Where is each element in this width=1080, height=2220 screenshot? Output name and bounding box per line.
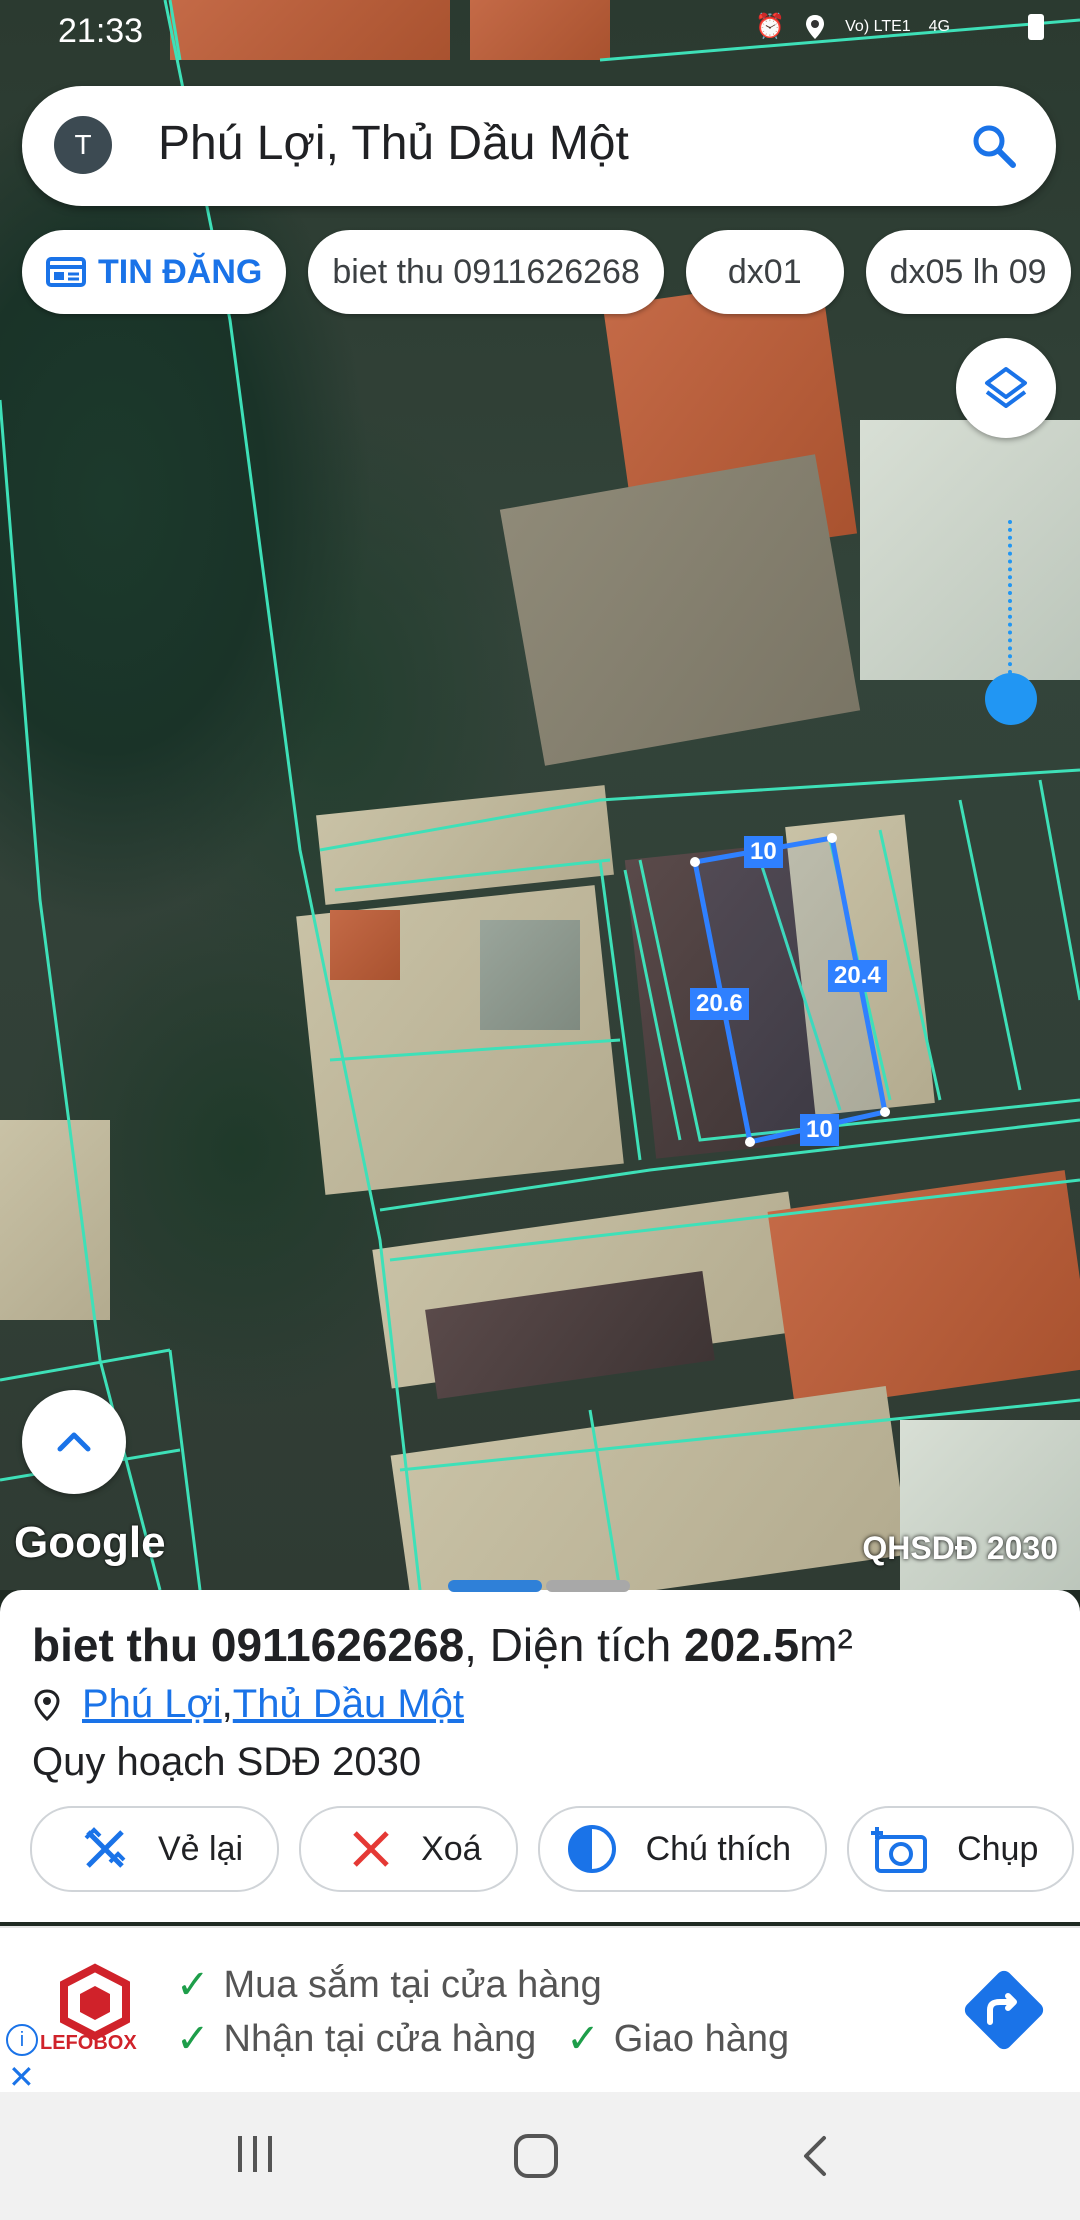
legend-label: Chú thích xyxy=(645,1829,792,1868)
chip-saved-3[interactable]: dx05 lh 09 xyxy=(865,230,1071,314)
parcel-line xyxy=(0,1348,171,1382)
measure-label-right: 20.4 xyxy=(828,960,887,992)
parcel-line xyxy=(399,1398,1080,1472)
close-icon xyxy=(353,1831,389,1867)
parcel-line xyxy=(379,1118,1080,1212)
parcel-line xyxy=(319,768,1080,852)
parcel-line xyxy=(878,829,942,1101)
chip-saved-1[interactable]: biet thu 0911626268 xyxy=(308,230,664,314)
chip-label: dx05 lh 09 xyxy=(889,252,1047,291)
parcel-line xyxy=(588,1409,622,1590)
status-time: 21:33 xyxy=(58,12,144,50)
ad-brand: LEFOBOX xyxy=(40,2032,137,2054)
location-pin-icon xyxy=(34,1688,60,1721)
legend-icon xyxy=(567,1825,616,1873)
chip-label: TIN ĐĂNG xyxy=(98,252,263,291)
back-icon[interactable] xyxy=(800,2132,830,2180)
parcel-line xyxy=(1038,779,1080,1001)
check-icon: ✓ xyxy=(176,2017,210,2061)
search-icon[interactable] xyxy=(968,120,1020,172)
measure-label-top: 10 xyxy=(744,836,783,868)
chip-label: dx01 xyxy=(727,252,802,291)
measure-label-left: 20.6 xyxy=(690,988,749,1020)
status-icons: ⏰ Vo) LTE1 4G xyxy=(755,12,1044,41)
plan-name: Quy hoạch SDĐ 2030 xyxy=(32,1740,422,1784)
parcel-info-sheet: biet thu 0911626268, Diện tích 202.5m² P… xyxy=(0,1580,1080,1922)
location-ward-link[interactable]: Phú Lợi xyxy=(82,1682,222,1727)
signal-label: 4G xyxy=(928,17,950,35)
recent-apps-icon[interactable] xyxy=(232,2132,278,2176)
layers-button[interactable] xyxy=(956,338,1056,438)
ad-text: Mua sắm tại cửa hàng xyxy=(223,1963,602,2006)
delete-label: Xoá xyxy=(421,1829,482,1868)
battery-icon xyxy=(1028,13,1044,40)
ad-banner[interactable]: LEFOBOX ✓ Mua sắm tại cửa hàng ✓ Nhận tạ… xyxy=(0,1926,1080,2095)
action-row: Vẻ lại Xoá Chú thích Chụp xyxy=(30,1806,1075,1892)
redraw-icon xyxy=(84,1827,126,1868)
filter-chips: TIN ĐĂNG biet thu 0911626268 dx01 dx05 l… xyxy=(22,230,1071,316)
check-icon: ✓ xyxy=(566,2017,600,2061)
parcel-line xyxy=(598,859,642,1161)
parcel-line xyxy=(329,1038,621,1062)
google-logo: Google xyxy=(14,1518,166,1567)
check-icon: ✓ xyxy=(176,1963,210,2007)
home-icon[interactable] xyxy=(512,2132,560,2180)
ad-text: Giao hàng xyxy=(613,2017,790,2060)
opacity-slider-track[interactable] xyxy=(1008,520,1016,690)
chevron-up-icon xyxy=(57,1432,91,1452)
sheet-handle[interactable] xyxy=(448,1580,542,1592)
opacity-slider-handle[interactable] xyxy=(985,673,1037,725)
parcel-location: Phú Lợi, Thủ Dầu Một xyxy=(32,1682,464,1727)
measure-label-bottom: 10 xyxy=(800,1114,839,1146)
area-unit: m² xyxy=(799,1619,853,1671)
alarm-icon: ⏰ xyxy=(755,13,786,40)
ad-text: Nhận tại cửa hàng xyxy=(223,2017,537,2060)
camera-icon xyxy=(871,1827,928,1873)
expand-button[interactable] xyxy=(22,1390,126,1494)
area-value: 202.5 xyxy=(684,1619,800,1671)
sheet-handle[interactable] xyxy=(546,1580,630,1592)
legend-button[interactable]: Chú thích xyxy=(537,1806,828,1892)
redraw-label: Vẻ lại xyxy=(158,1829,244,1868)
status-bar: 21:33 ⏰ Vo) LTE1 4G xyxy=(0,0,1080,64)
parcel-title: biet thu 0911626268, Diện tích 202.5m² xyxy=(32,1618,853,1672)
chip-label: biet thu 0911626268 xyxy=(332,252,640,291)
plan-layer-label: QHSDĐ 2030 xyxy=(862,1530,1058,1566)
directions-icon[interactable] xyxy=(956,1962,1052,2058)
ad-line-1: ✓ Mua sắm tại cửa hàng xyxy=(176,1962,602,2008)
ad-close-icon[interactable]: ✕ xyxy=(8,2058,35,2096)
delete-button[interactable]: Xoá xyxy=(299,1806,518,1892)
chip-listings[interactable]: TIN ĐĂNG xyxy=(22,230,287,314)
network-label: Vo) LTE1 xyxy=(845,17,911,35)
lefobox-logo xyxy=(60,1963,130,2041)
listing-icon xyxy=(46,257,86,287)
redraw-button[interactable]: Vẻ lại xyxy=(30,1806,280,1892)
search-input[interactable]: Phú Lợi, Thủ Dầu Một xyxy=(158,116,629,171)
system-nav-bar xyxy=(0,2092,1080,2220)
parcel-line xyxy=(334,858,611,892)
parcel-name: biet thu 0911626268 xyxy=(32,1619,465,1671)
location-city-link[interactable]: Thủ Dầu Một xyxy=(233,1682,464,1727)
location-separator: , xyxy=(221,1682,233,1726)
chip-saved-2[interactable]: dx01 xyxy=(685,230,844,314)
area-prefix: , Diện tích xyxy=(464,1619,685,1671)
avatar[interactable]: T xyxy=(54,116,112,174)
parcel-line xyxy=(168,1349,202,1590)
parcel-line xyxy=(958,799,1022,1091)
ad-line-2: ✓ Nhận tại cửa hàng ✓ Giao hàng xyxy=(176,2016,789,2062)
location-icon xyxy=(806,14,825,39)
layers-icon xyxy=(985,367,1027,408)
ad-info-icon[interactable]: i xyxy=(6,2024,38,2056)
capture-button[interactable]: Chụp xyxy=(847,1806,1075,1892)
search-bar[interactable]: T Phú Lợi, Thủ Dầu Một xyxy=(22,86,1056,206)
capture-label: Chụp xyxy=(957,1829,1039,1868)
